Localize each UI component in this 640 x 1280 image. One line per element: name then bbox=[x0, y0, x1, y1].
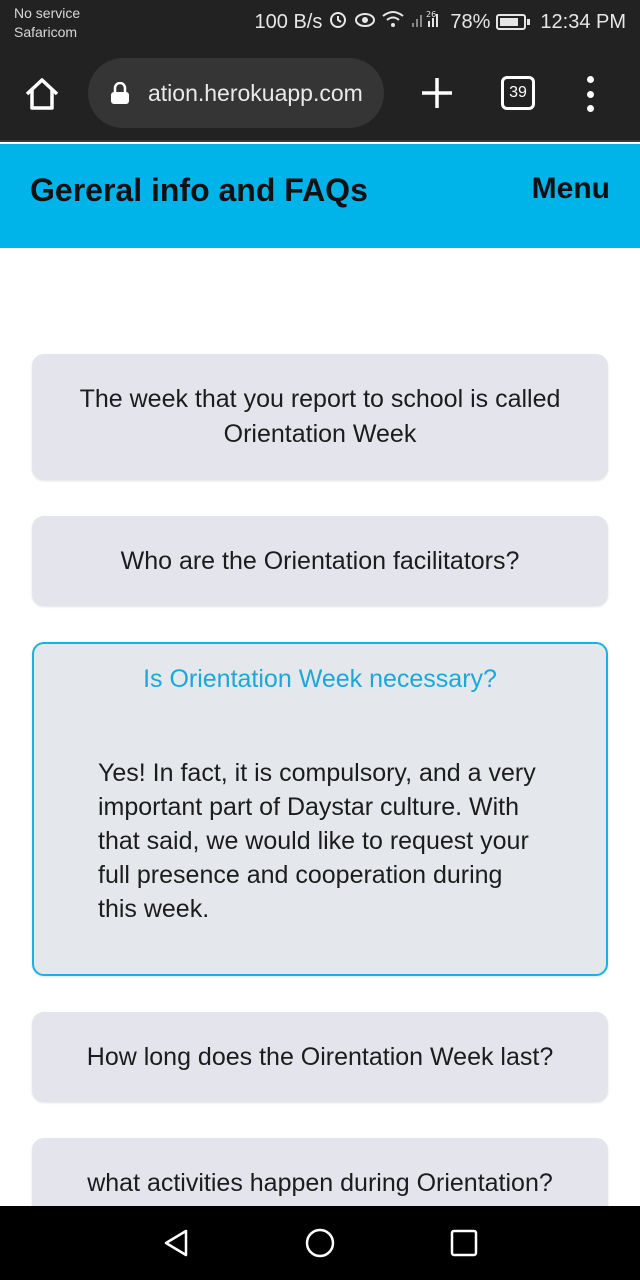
eye-comfort-icon bbox=[354, 10, 376, 34]
system-nav-bar bbox=[0, 1206, 640, 1280]
network-type: 26 bbox=[426, 10, 436, 19]
alarm-icon bbox=[328, 9, 348, 35]
faq-item-expanded[interactable]: Is Orientation Week necessary? Yes! In f… bbox=[32, 642, 608, 976]
faq-question: How long does the Oirentation Week last? bbox=[86, 1042, 554, 1071]
battery-percent: 78% bbox=[450, 10, 491, 33]
faq-item[interactable]: Who are the Orientation facilitators? bbox=[32, 516, 608, 606]
browser-toolbar: ation.herokuapp.com 39 bbox=[0, 48, 640, 142]
menu-button[interactable]: Menu bbox=[532, 172, 610, 206]
tab-count: 39 bbox=[509, 84, 527, 101]
carrier-line-2: Safaricom bbox=[14, 24, 78, 40]
home-circle-icon[interactable] bbox=[305, 1228, 335, 1258]
faq-item[interactable]: what activities happen during Orientatio… bbox=[32, 1138, 608, 1206]
battery-icon bbox=[496, 14, 531, 30]
app-header: Gereral info and FAQs Menu bbox=[0, 144, 640, 248]
faq-list: The week that you report to school is ca… bbox=[0, 248, 640, 1206]
plus-icon[interactable] bbox=[418, 74, 456, 112]
faq-item[interactable]: The week that you report to school is ca… bbox=[32, 354, 608, 480]
faq-question: what activities happen during Orientatio… bbox=[87, 1169, 553, 1197]
status-indicators: 100 B/s 26 78% 12:34 PM bbox=[255, 8, 626, 36]
faq-item[interactable]: How long does the Oirentation Week last? bbox=[32, 1012, 608, 1102]
faq-answer: Yes! In fact, it is compulsory, and a ve… bbox=[98, 759, 536, 923]
net-speed: 100 B/s bbox=[254, 10, 323, 33]
faq-question: The week that you report to school is ca… bbox=[79, 385, 561, 448]
carrier-line-1: No service bbox=[14, 5, 81, 21]
home-icon[interactable] bbox=[22, 74, 62, 114]
recents-icon[interactable] bbox=[449, 1228, 479, 1258]
url-text: ation.herokuapp.com bbox=[148, 79, 363, 106]
wifi-icon bbox=[382, 10, 404, 34]
carrier-info: No service Safaricom bbox=[14, 4, 80, 42]
lock-icon bbox=[110, 81, 130, 104]
page-title: Gereral info and FAQs bbox=[30, 172, 368, 208]
status-bar: No service Safaricom 100 B/s 26 78% 12:3… bbox=[0, 0, 640, 48]
faq-question: Is Orientation Week necessary? bbox=[143, 665, 497, 693]
tabs-icon[interactable]: 39 bbox=[501, 76, 535, 110]
address-bar[interactable]: ation.herokuapp.com bbox=[88, 58, 384, 128]
back-icon[interactable] bbox=[162, 1228, 192, 1258]
faq-question: Who are the Orientation facilitators? bbox=[120, 546, 520, 575]
overflow-menu-icon[interactable] bbox=[582, 74, 598, 114]
signal-icon: 26 bbox=[410, 9, 444, 35]
clock: 12:34 PM bbox=[540, 10, 626, 33]
